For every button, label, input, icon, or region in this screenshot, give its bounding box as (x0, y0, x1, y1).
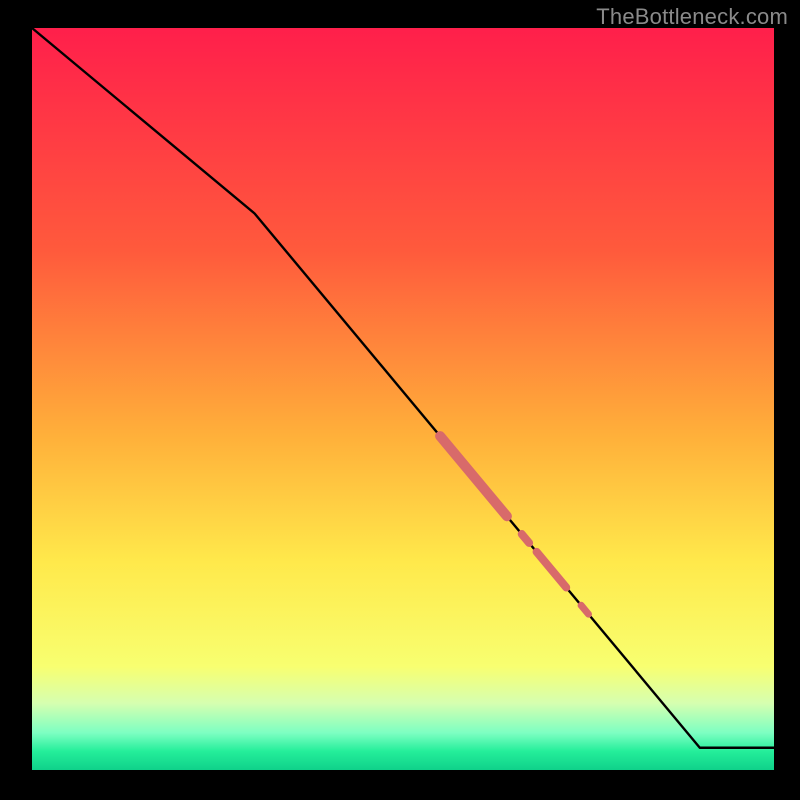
watermark-text: TheBottleneck.com (596, 4, 788, 30)
bottleneck-chart (0, 0, 800, 800)
highlight-segment (522, 534, 529, 543)
chart-stage: TheBottleneck.com (0, 0, 800, 800)
plot-background (32, 28, 774, 770)
